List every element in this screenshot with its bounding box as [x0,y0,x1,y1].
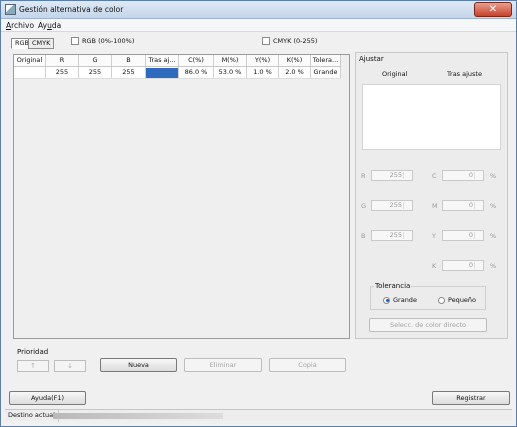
header-g[interactable]: G [79,55,112,66]
adjust-after-label: Tras ajuste [447,70,482,78]
cell-m: 53.0 % [214,67,247,78]
header-after[interactable]: Tras aj... [146,55,179,66]
priority-down-button[interactable]: ↓ [54,360,86,372]
c-label: C [432,172,437,180]
menu-bar: Archivo Ayuda [1,19,516,32]
cmyk-range-checkbox[interactable] [262,37,270,45]
b-label: B [361,232,366,240]
help-button[interactable]: Ayuda(F1) [9,391,86,405]
tolerance-grande-option[interactable]: Grande [383,296,417,304]
table-row[interactable]: 255 255 255 86.0 % 53.0 % 1.0 % 2.0 % Gr… [14,67,341,79]
color-table[interactable]: Original R G B Tras aj... C(%) M(%) Y(%)… [13,54,350,339]
direct-color-select-button[interactable]: Selecc. de color directo [369,318,487,332]
k-stepper[interactable]: 0 [442,260,484,271]
g-label: G [361,202,367,210]
header-c[interactable]: C(%) [179,55,214,66]
cell-after [146,67,179,78]
c-percent: % [490,172,497,180]
r-stepper[interactable]: 255 [371,170,413,181]
g-stepper[interactable]: 255 [371,200,413,211]
priority-up-button[interactable]: ↑ [17,360,49,372]
header-b[interactable]: B [112,55,146,66]
window-title: Gestión alternativa de color [19,5,124,14]
c-stepper[interactable]: 0 [442,170,484,181]
tolerance-pequeno-radio[interactable] [438,296,445,304]
cell-tolerance: Grande [311,67,341,78]
header-tolerance[interactable]: Tolera... [311,55,341,66]
header-m[interactable]: M(%) [214,55,247,66]
status-bar: Destino actual [5,409,512,422]
cell-k: 2.0 % [279,67,311,78]
rgb-percent-option[interactable]: RGB (0%-100%) [71,37,134,45]
tolerance-label: Tolerancia [374,282,412,290]
status-progress [53,413,223,419]
copia-button[interactable]: Copia [269,358,346,372]
cell-g: 255 [79,67,112,78]
app-icon [5,4,16,15]
tolerance-grande-radio[interactable] [383,296,390,304]
header-y[interactable]: Y(%) [247,55,279,66]
menu-archivo[interactable]: Archivo [6,21,34,30]
cell-y: 1.0 % [247,67,279,78]
title-bar: Gestión alternativa de color ✕ [1,1,516,19]
color-preview [362,84,501,150]
r-label: R [361,172,366,180]
eliminar-button[interactable]: Eliminar [184,358,262,372]
cell-b: 255 [112,67,146,78]
tolerance-pequeno-label: Pequeño [448,296,477,304]
m-stepper[interactable]: 0 [442,200,484,211]
cell-r: 255 [46,67,79,78]
nueva-button[interactable]: Nueva [100,358,177,372]
m-percent: % [490,202,497,210]
main-window: Gestión alternativa de color ✕ Archivo A… [0,0,517,427]
adjust-title: Ajustar [359,55,384,63]
rgb-percent-checkbox[interactable] [71,37,79,45]
cell-original [14,67,46,78]
register-button[interactable]: Registrar [432,391,510,405]
k-label: K [432,262,437,270]
header-original[interactable]: Original [14,55,46,66]
tolerance-grande-label: Grande [393,296,417,304]
y-label: Y [432,232,436,240]
header-k[interactable]: K(%) [279,55,311,66]
adjust-panel: Ajustar Original Tras ajuste R 255 G 255… [355,52,508,339]
cmyk-range-label: CMYK (0-255) [273,37,318,45]
priority-label: Prioridad [17,348,49,356]
close-button[interactable]: ✕ [474,2,512,17]
cmyk-range-option[interactable]: CMYK (0-255) [262,37,317,45]
y-stepper[interactable]: 0 [442,230,484,241]
m-label: M [432,202,438,210]
adjust-original-label: Original [382,70,408,78]
y-percent: % [490,232,497,240]
color-swatch [146,68,178,78]
tab-cmyk[interactable]: CMYK [28,38,55,49]
header-r[interactable]: R [46,55,79,66]
table-header: Original R G B Tras aj... C(%) M(%) Y(%)… [14,55,341,67]
k-percent: % [490,262,497,270]
rgb-percent-label: RGB (0%-100%) [82,37,135,45]
cell-c: 86.0 % [179,67,214,78]
b-stepper[interactable]: 255 [371,230,413,241]
tolerance-pequeno-option[interactable]: Pequeño [438,296,476,304]
status-label: Destino actual [5,410,59,422]
menu-ayuda[interactable]: Ayuda [38,21,61,30]
